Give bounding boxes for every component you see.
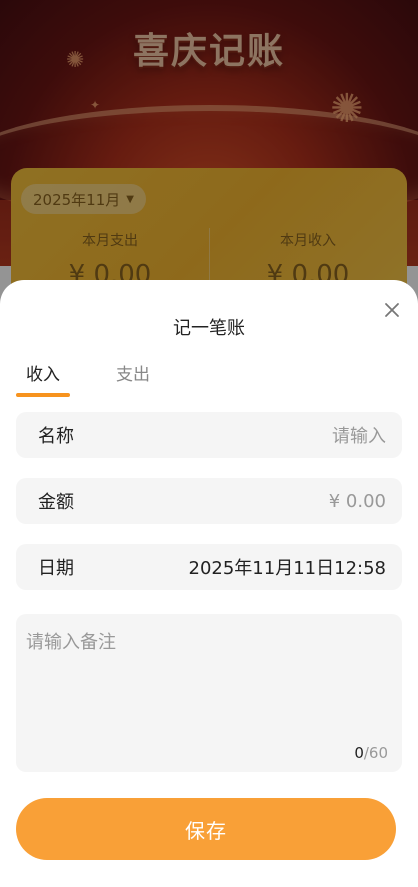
- note-char-max: /60: [363, 744, 388, 762]
- type-tabs: 收入 支出: [16, 360, 160, 397]
- close-icon: [385, 303, 399, 317]
- note-textarea[interactable]: 请输入备注 0/60: [16, 614, 402, 772]
- name-field[interactable]: 名称 请输入: [16, 412, 402, 458]
- sheet-title: 记一笔账: [173, 318, 245, 339]
- date-value[interactable]: 2025年11月11日12:58: [189, 554, 387, 580]
- amount-input[interactable]: ¥ 0.00: [329, 491, 386, 512]
- tab-expense[interactable]: 支出: [106, 360, 160, 395]
- date-field[interactable]: 日期 2025年11月11日12:58: [16, 544, 402, 590]
- amount-field[interactable]: 金额 ¥ 0.00: [16, 478, 402, 524]
- name-label: 名称: [38, 426, 74, 447]
- add-record-sheet: 记一笔账 收入 支出 名称 请输入 金额 ¥ 0.00 日期 2025年11月1…: [0, 280, 418, 887]
- note-char-counter: 0/60: [354, 744, 388, 762]
- save-button[interactable]: 保存: [16, 798, 396, 860]
- note-placeholder: 请输入备注: [26, 632, 116, 653]
- close-button[interactable]: [380, 298, 404, 322]
- amount-label: 金额: [38, 492, 74, 513]
- note-char-count: 0: [354, 744, 364, 762]
- tab-income[interactable]: 收入: [16, 360, 70, 397]
- date-label: 日期: [38, 558, 74, 579]
- name-input[interactable]: 请输入: [332, 422, 386, 448]
